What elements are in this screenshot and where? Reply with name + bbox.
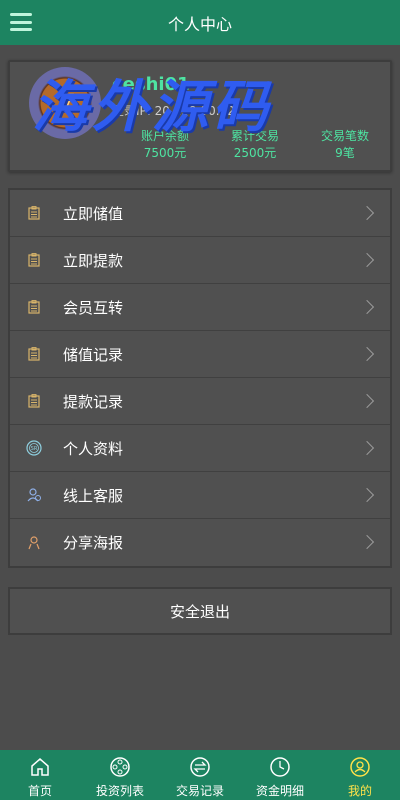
menu-item-customer-service[interactable]: 线上客服 <box>10 472 390 519</box>
tab-label: 资金明细 <box>255 784 304 798</box>
svg-text:SR: SR <box>31 446 38 452</box>
document-icon <box>25 345 43 363</box>
tab-home[interactable]: 首页 <box>0 750 80 800</box>
menu-item-withdraw[interactable]: 立即提款 <box>10 237 390 284</box>
menu-list: 立即储值 立即提款 会员互转 储值记录 提款记录 SR 个人资料 线上客服 分享… <box>8 188 392 568</box>
header-bar: 个人中心 <box>0 0 400 45</box>
document-icon <box>25 298 43 316</box>
chevron-right-icon <box>359 346 375 362</box>
user-icon <box>349 756 371 778</box>
menu-item-deposit[interactable]: 立即储值 <box>10 190 390 237</box>
tab-label: 我的 <box>347 784 372 798</box>
chevron-right-icon <box>359 393 375 409</box>
stat-trade-count: 交易笔数 9笔 <box>300 128 390 162</box>
stat-label: 累计交易 <box>230 129 279 143</box>
stats-row: 账户余额 7500元 累计交易 2500元 交易笔数 9笔 <box>120 128 390 162</box>
menu-item-withdraw-records[interactable]: 提款记录 <box>10 378 390 425</box>
menu-label: 储值记录 <box>63 345 124 364</box>
chevron-right-icon <box>359 205 375 221</box>
menu-label: 立即提款 <box>63 251 124 270</box>
menu-label: 个人资料 <box>63 439 124 458</box>
chevron-right-icon <box>359 440 375 456</box>
tab-label: 交易记录 <box>175 784 224 798</box>
customer-service-icon <box>25 486 43 504</box>
profile-badge-icon: SR <box>25 439 43 457</box>
menu-item-deposit-records[interactable]: 储值记录 <box>10 331 390 378</box>
film-reel-icon <box>109 756 131 778</box>
menu-item-share-poster[interactable]: 分享海报 <box>10 519 390 566</box>
clock-icon <box>269 756 291 778</box>
tab-mine[interactable]: 我的 <box>320 750 400 800</box>
chevron-right-icon <box>359 534 375 550</box>
stat-value: 9笔 <box>335 146 355 160</box>
home-icon <box>29 756 51 778</box>
stat-label: 交易笔数 <box>320 129 369 143</box>
exchange-icon <box>189 756 211 778</box>
stat-value: 2500元 <box>233 146 277 160</box>
chevron-right-icon <box>359 299 375 315</box>
menu-label: 提款记录 <box>63 392 124 411</box>
hamburger-menu-icon[interactable] <box>10 11 32 33</box>
stat-value: 7500元 <box>143 146 187 160</box>
menu-item-profile[interactable]: SR 个人资料 <box>10 425 390 472</box>
avatar: V <box>29 67 101 139</box>
menu-item-transfer[interactable]: 会员互转 <box>10 284 390 331</box>
menu-label: 会员互转 <box>63 298 124 317</box>
share-person-icon <box>25 534 43 552</box>
login-ip: 登录IP: 20.239.90.12 <box>112 104 235 118</box>
document-icon <box>25 251 43 269</box>
menu-label: 立即储值 <box>63 204 124 223</box>
tab-trade-records[interactable]: 交易记录 <box>160 750 240 800</box>
profile-card: V ceshi01 登录IP: 20.239.90.12 账户余额 7500元 … <box>8 60 392 172</box>
document-icon <box>25 392 43 410</box>
logout-button[interactable]: 安全退出 <box>8 587 392 635</box>
tab-label: 首页 <box>27 784 52 798</box>
menu-label: 分享海报 <box>63 534 124 552</box>
document-icon <box>25 204 43 222</box>
vip-badge-icon: V <box>56 90 74 116</box>
tab-label: 投资列表 <box>95 784 144 798</box>
stat-balance: 账户余额 7500元 <box>120 128 210 162</box>
username: ceshi01 <box>112 74 190 95</box>
stat-total-trade: 累计交易 2500元 <box>210 128 300 162</box>
menu-label: 线上客服 <box>63 486 124 505</box>
tab-fund-details[interactable]: 资金明细 <box>240 750 320 800</box>
bottom-tab-bar: 首页 投资列表 交易记录 资金明细 我的 <box>0 750 400 800</box>
tab-investment-list[interactable]: 投资列表 <box>80 750 160 800</box>
page-title: 个人中心 <box>167 14 232 34</box>
stat-label: 账户余额 <box>140 129 189 143</box>
chevron-right-icon <box>359 252 375 268</box>
chevron-right-icon <box>359 487 375 503</box>
